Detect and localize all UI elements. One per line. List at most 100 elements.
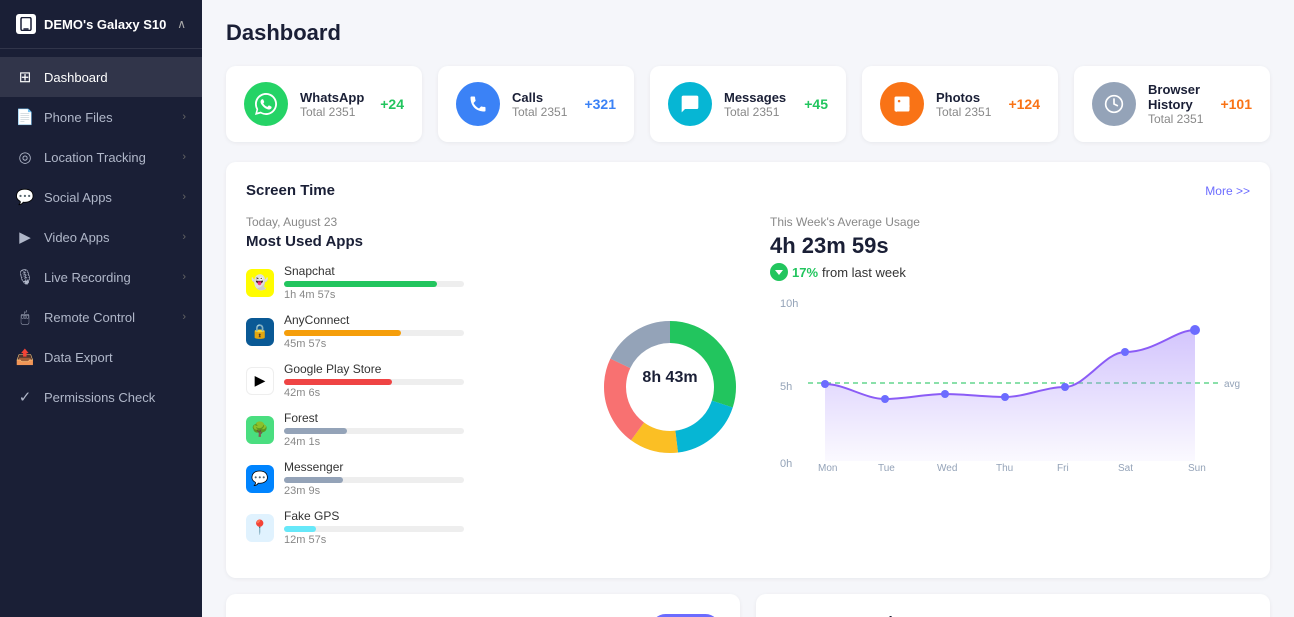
sidebar-item-label: Social Apps <box>44 190 112 205</box>
chevron-right-icon: › <box>182 151 186 163</box>
photos-icon <box>880 82 924 126</box>
whatsapp-name: WhatsApp <box>300 90 368 105</box>
fakegps-time: 12m 57s <box>284 534 570 546</box>
recording-icon: 🎙 <box>16 268 34 286</box>
apps-section: Today, August 23 Most Used Apps 👻 Snapch… <box>246 215 570 558</box>
messenger-name: Messenger <box>284 460 570 474</box>
sidebar-item-dashboard[interactable]: ⊞ Dashboard <box>0 57 202 97</box>
line-chart-area: 10h 5h 0h avg <box>770 293 1250 473</box>
forest-icon: 🌳 <box>246 416 274 444</box>
anyconnect-icon: 🔒 <box>246 318 274 346</box>
sidebar-item-video-apps[interactable]: ▶ Video Apps › <box>0 217 202 257</box>
chevron-right-icon: › <box>182 271 186 283</box>
device-icon <box>16 14 36 34</box>
sidebar-item-label: Data Export <box>44 350 113 365</box>
week-change-pct: 17% <box>792 265 818 280</box>
stats-row: WhatsApp Total 2351 +24 Calls Total 2351… <box>226 66 1270 142</box>
snapchat-bar <box>284 281 437 287</box>
location-icon: ◎ <box>16 148 34 166</box>
chevron-up-icon[interactable]: ∧ <box>177 17 186 31</box>
screen-time-inner: Today, August 23 Most Used Apps 👻 Snapch… <box>246 215 1250 558</box>
permissions-icon: ✓ <box>16 388 34 406</box>
svg-text:8h 43m: 8h 43m <box>642 369 697 386</box>
sidebar-header: DEMO's Galaxy S10 ∧ <box>0 0 202 49</box>
sidebar-item-social-apps[interactable]: 💬 Social Apps › <box>0 177 202 217</box>
device-name: DEMO's Galaxy S10 <box>44 17 166 32</box>
phone-files-icon: 📄 <box>16 108 34 126</box>
photos-total: Total 2351 <box>936 105 996 119</box>
stat-card-whatsapp: WhatsApp Total 2351 +24 <box>226 66 422 142</box>
stat-card-browser-history: Browser History Total 2351 +101 <box>1074 66 1270 142</box>
chevron-right-icon: › <box>182 311 186 323</box>
svg-text:avg: avg <box>1224 379 1240 390</box>
anyconnect-name: AnyConnect <box>284 313 570 327</box>
svg-text:Sat: Sat <box>1118 463 1133 473</box>
anyconnect-time: 45m 57s <box>284 338 570 350</box>
sidebar: DEMO's Galaxy S10 ∧ ⊞ Dashboard 📄 Phone … <box>0 0 202 617</box>
messages-name: Messages <box>724 90 792 105</box>
stat-card-messages: Messages Total 2351 +45 <box>650 66 846 142</box>
whatsapp-change: +24 <box>380 96 404 112</box>
sidebar-item-permissions-check[interactable]: ✓ Permissions Check <box>0 377 202 417</box>
photos-name: Photos <box>936 90 996 105</box>
svg-text:Sun: Sun <box>1188 463 1206 473</box>
svg-text:Tue: Tue <box>878 463 895 473</box>
app-item-fakegps: 📍 Fake GPS 12m 57s <box>246 509 570 546</box>
remote-icon: 🖱 <box>16 308 34 326</box>
screen-time-card: Screen Time More >> Today, August 23 Mos… <box>226 162 1270 578</box>
forest-bar <box>284 428 347 434</box>
week-change-text: from last week <box>822 265 906 280</box>
fakegps-details: Fake GPS 12m 57s <box>284 509 570 546</box>
browser-name: Browser History <box>1148 82 1208 112</box>
googleplay-icon: ▶ <box>246 367 274 395</box>
googleplay-bar-bg <box>284 379 464 385</box>
sidebar-item-phone-files[interactable]: 📄 Phone Files › <box>0 97 202 137</box>
sidebar-item-live-recording[interactable]: 🎙 Live Recording › <box>0 257 202 297</box>
svg-text:Fri: Fri <box>1057 463 1069 473</box>
export-icon: 📤 <box>16 348 34 366</box>
down-arrow-icon <box>770 263 788 281</box>
dashboard-icon: ⊞ <box>16 68 34 86</box>
chevron-right-icon: › <box>182 231 186 243</box>
fakegps-icon: 📍 <box>246 514 274 542</box>
svg-text:Wed: Wed <box>937 463 957 473</box>
googleplay-bar <box>284 379 392 385</box>
sidebar-item-label: Dashboard <box>44 70 108 85</box>
sidebar-item-label: Permissions Check <box>44 390 155 405</box>
browser-total: Total 2351 <box>1148 112 1208 126</box>
calls-total: Total 2351 <box>512 105 572 119</box>
sidebar-item-label: Location Tracking <box>44 150 146 165</box>
whatsapp-icon <box>244 82 288 126</box>
svg-text:Thu: Thu <box>996 463 1013 473</box>
week-avg: 4h 23m 59s <box>770 233 1250 259</box>
sidebar-item-label: Remote Control <box>44 310 135 325</box>
googleplay-time: 42m 6s <box>284 387 570 399</box>
messages-change: +45 <box>804 96 828 112</box>
stat-card-calls: Calls Total 2351 +321 <box>438 66 634 142</box>
sidebar-item-remote-control[interactable]: 🖱 Remote Control › <box>0 297 202 337</box>
main-content: Dashboard WhatsApp Total 2351 +24 Calls … <box>202 0 1294 617</box>
screen-time-more-link[interactable]: More >> <box>1205 184 1250 198</box>
anyconnect-bar <box>284 330 401 336</box>
calls-info: Calls Total 2351 <box>512 90 572 119</box>
chevron-right-icon: › <box>182 191 186 203</box>
whatsapp-info: WhatsApp Total 2351 <box>300 90 368 119</box>
forest-bar-bg <box>284 428 464 434</box>
fakegps-name: Fake GPS <box>284 509 570 523</box>
sidebar-item-location-tracking[interactable]: ◎ Location Tracking › <box>0 137 202 177</box>
browser-change: +101 <box>1220 96 1252 112</box>
fakegps-bar <box>284 526 316 532</box>
sidebar-navigation: ⊞ Dashboard 📄 Phone Files › ◎ Location T… <box>0 49 202 425</box>
anyconnect-details: AnyConnect 45m 57s <box>284 313 570 350</box>
sidebar-item-data-export[interactable]: 📤 Data Export <box>0 337 202 377</box>
forest-name: Forest <box>284 411 570 425</box>
messenger-bar <box>284 477 343 483</box>
sidebar-item-label: Live Recording <box>44 270 131 285</box>
location-card: Last Known Location Sync <box>226 594 740 617</box>
calls-icon <box>456 82 500 126</box>
svg-text:Mon: Mon <box>818 463 837 473</box>
photos-change: +124 <box>1008 96 1040 112</box>
messages-total: Total 2351 <box>724 105 792 119</box>
stat-card-photos: Photos Total 2351 +124 <box>862 66 1058 142</box>
fakegps-bar-bg <box>284 526 464 532</box>
